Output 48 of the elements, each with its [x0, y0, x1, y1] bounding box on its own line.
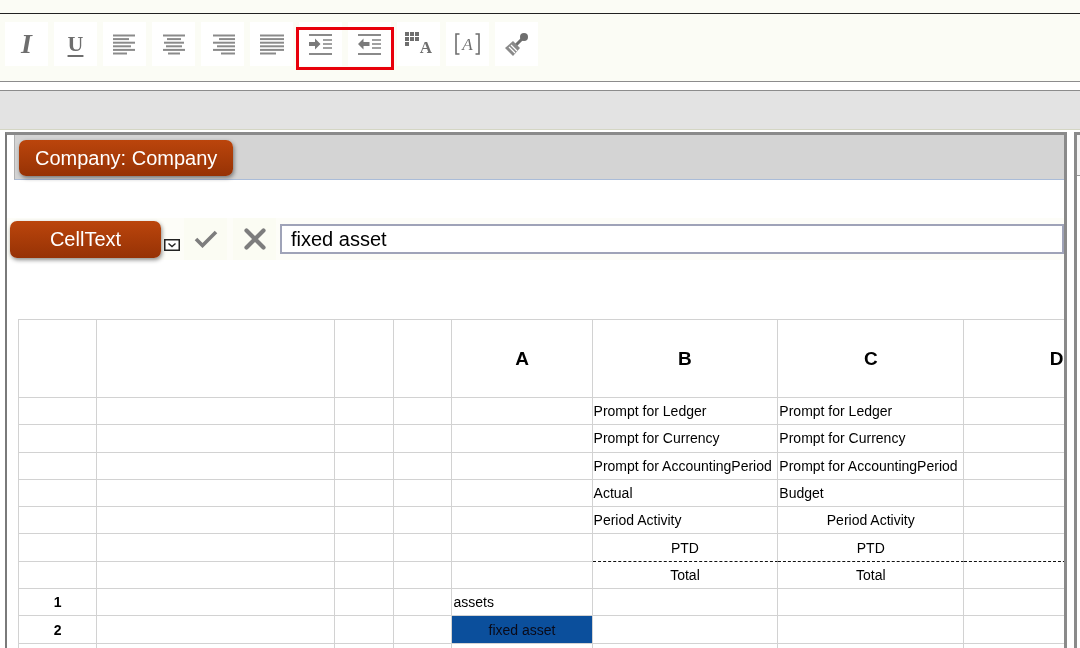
justify-icon [259, 33, 284, 55]
align-left-button[interactable] [103, 22, 146, 66]
cell-text-field[interactable]: fixed asset [280, 224, 1064, 254]
check-icon [193, 230, 218, 248]
align-right-icon [210, 33, 235, 55]
italic-button[interactable]: I [5, 22, 48, 66]
table-cell[interactable]: Prompt for Ledger [778, 398, 965, 426]
justify-button[interactable] [250, 22, 293, 66]
cross-icon [243, 228, 266, 250]
table-cell[interactable]: Prompt for Currency [592, 425, 779, 453]
table-cell[interactable]: Period Activity [778, 507, 965, 535]
table-cell[interactable]: Prompt for Ledger [592, 398, 779, 426]
table-cell[interactable]: Total [778, 561, 965, 590]
grid-font-button[interactable]: A [397, 22, 440, 66]
table-cell[interactable]: Prompt for Currency [778, 425, 965, 453]
table-cell[interactable]: Prompt for AccountingPeriod [592, 452, 779, 480]
table-cell[interactable]: PTD [592, 534, 779, 562]
text-box-button[interactable]: A [446, 22, 489, 66]
bracket-icon [455, 33, 461, 55]
table-cell[interactable]: Actual [592, 479, 779, 508]
table-cell[interactable]: PTD [778, 534, 965, 562]
table-cell[interactable]: Period Activity [592, 507, 779, 535]
cell-text-button[interactable]: CellText [10, 220, 161, 258]
outdent-button[interactable] [348, 22, 391, 66]
indent-button[interactable] [299, 22, 342, 66]
table-cell[interactable]: Total [592, 561, 779, 590]
align-left-icon [112, 33, 137, 55]
table-cell[interactable]: Budget [778, 479, 965, 508]
column-header[interactable]: C [778, 320, 965, 398]
align-right-button[interactable] [201, 22, 244, 66]
table-cell[interactable]: Prompt for AccountingPeriod [778, 452, 965, 480]
brush-icon [504, 31, 529, 57]
bracket-icon [474, 33, 480, 55]
row-number[interactable]: 2 [19, 616, 98, 644]
indent-icon [308, 33, 333, 55]
outdent-icon [357, 33, 382, 55]
underline-button[interactable]: U [54, 22, 97, 66]
brush-button[interactable] [495, 22, 538, 66]
align-center-button[interactable] [152, 22, 195, 66]
column-header[interactable]: B [592, 320, 779, 398]
company-button[interactable]: Company: Company [19, 140, 234, 176]
confirm-button[interactable] [184, 218, 227, 260]
column-header[interactable]: A [452, 320, 593, 398]
cancel-button[interactable] [233, 218, 276, 260]
align-center-icon [161, 33, 186, 55]
dropdown-icon[interactable] [164, 239, 180, 251]
grid-icon [404, 32, 419, 46]
row-number[interactable]: 1 [19, 589, 98, 617]
